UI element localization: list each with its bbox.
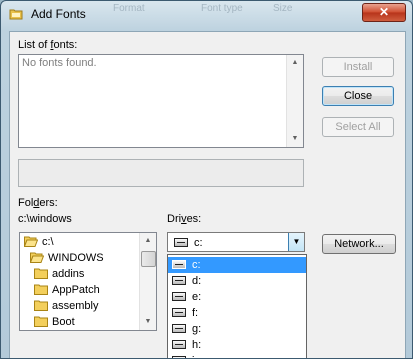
hard-drive-icon	[172, 308, 186, 317]
drives-selected-value: c:	[174, 235, 203, 251]
drives-label: Drives:	[167, 213, 202, 225]
open-folder-icon	[30, 252, 44, 263]
hard-drive-icon	[174, 238, 188, 247]
drives-dropdown-list[interactable]: c: d: e: f: g: h: i:	[167, 254, 307, 358]
drive-option[interactable]: h:	[168, 337, 306, 353]
close-icon: ✕	[378, 5, 390, 19]
open-folder-icon	[24, 236, 38, 247]
folder-tree-scrollbar[interactable]: ▲ ▼	[139, 233, 156, 330]
scroll-down-arrow-icon[interactable]: ▼	[287, 131, 303, 147]
folder-icon	[34, 300, 48, 311]
select-all-button[interactable]: Select All	[322, 117, 394, 137]
font-list-label: List of fonts:	[18, 39, 78, 51]
scroll-thumb[interactable]	[141, 251, 156, 267]
removable-drive-icon	[172, 292, 186, 301]
dialog-client-area: List of fonts: No fonts found. ▲ ▼ Insta…	[9, 31, 406, 358]
folder-item-apppatch[interactable]: AppPatch	[34, 282, 100, 298]
install-button[interactable]: Install	[322, 57, 394, 77]
drives-combobox[interactable]: c: ▼	[167, 232, 305, 252]
background-ghost-text: Size	[273, 3, 293, 14]
dropdown-arrow-icon[interactable]: ▼	[288, 233, 304, 251]
drive-option[interactable]: i:	[168, 353, 306, 358]
close-button[interactable]: Close	[322, 86, 394, 106]
drive-option[interactable]: f:	[168, 305, 306, 321]
font-path-box	[18, 159, 304, 187]
title-bar[interactable]: Add Fonts Format Font type Size ✕	[1, 1, 412, 29]
scroll-up-arrow-icon[interactable]: ▲	[140, 233, 156, 249]
font-folder-icon	[9, 9, 23, 20]
hard-drive-icon	[172, 260, 186, 269]
drive-option[interactable]: d:	[168, 273, 306, 289]
drive-option[interactable]: e:	[168, 289, 306, 305]
folder-item-addins[interactable]: addins	[34, 266, 84, 282]
folder-item-root[interactable]: c:\	[24, 234, 54, 250]
network-button[interactable]: Network...	[322, 234, 396, 254]
empty-list-text: No fonts found.	[22, 57, 97, 69]
folder-icon	[34, 316, 48, 327]
folders-label: Folders:	[18, 197, 58, 209]
current-folder-path: c:\windows	[18, 213, 72, 225]
drive-option[interactable]: c:	[168, 257, 306, 273]
hard-drive-icon	[172, 340, 186, 349]
background-ghost-text: Format	[113, 3, 145, 14]
font-listbox[interactable]: No fonts found. ▲ ▼	[18, 54, 304, 148]
hard-drive-icon	[172, 276, 186, 285]
window-title: Add Fonts	[31, 7, 86, 21]
folder-item-assembly[interactable]: assembly	[34, 298, 98, 314]
scroll-down-arrow-icon[interactable]: ▼	[140, 314, 156, 330]
window-close-button[interactable]: ✕	[362, 3, 406, 22]
folder-icon	[34, 268, 48, 279]
folder-item-windows[interactable]: WINDOWS	[30, 250, 104, 266]
background-ghost-text: Font type	[201, 3, 243, 14]
hard-drive-icon	[172, 324, 186, 333]
dialog-window: Add Fonts Format Font type Size ✕ List o…	[0, 0, 413, 359]
drive-option[interactable]: g:	[168, 321, 306, 337]
folder-tree[interactable]: c:\ WINDOWS addins AppPatch assembly Boo…	[19, 232, 157, 331]
font-list-scrollbar[interactable]: ▲ ▼	[286, 55, 303, 147]
scroll-up-arrow-icon[interactable]: ▲	[287, 55, 303, 71]
folder-item-boot[interactable]: Boot	[34, 314, 75, 330]
folder-icon	[34, 284, 48, 295]
